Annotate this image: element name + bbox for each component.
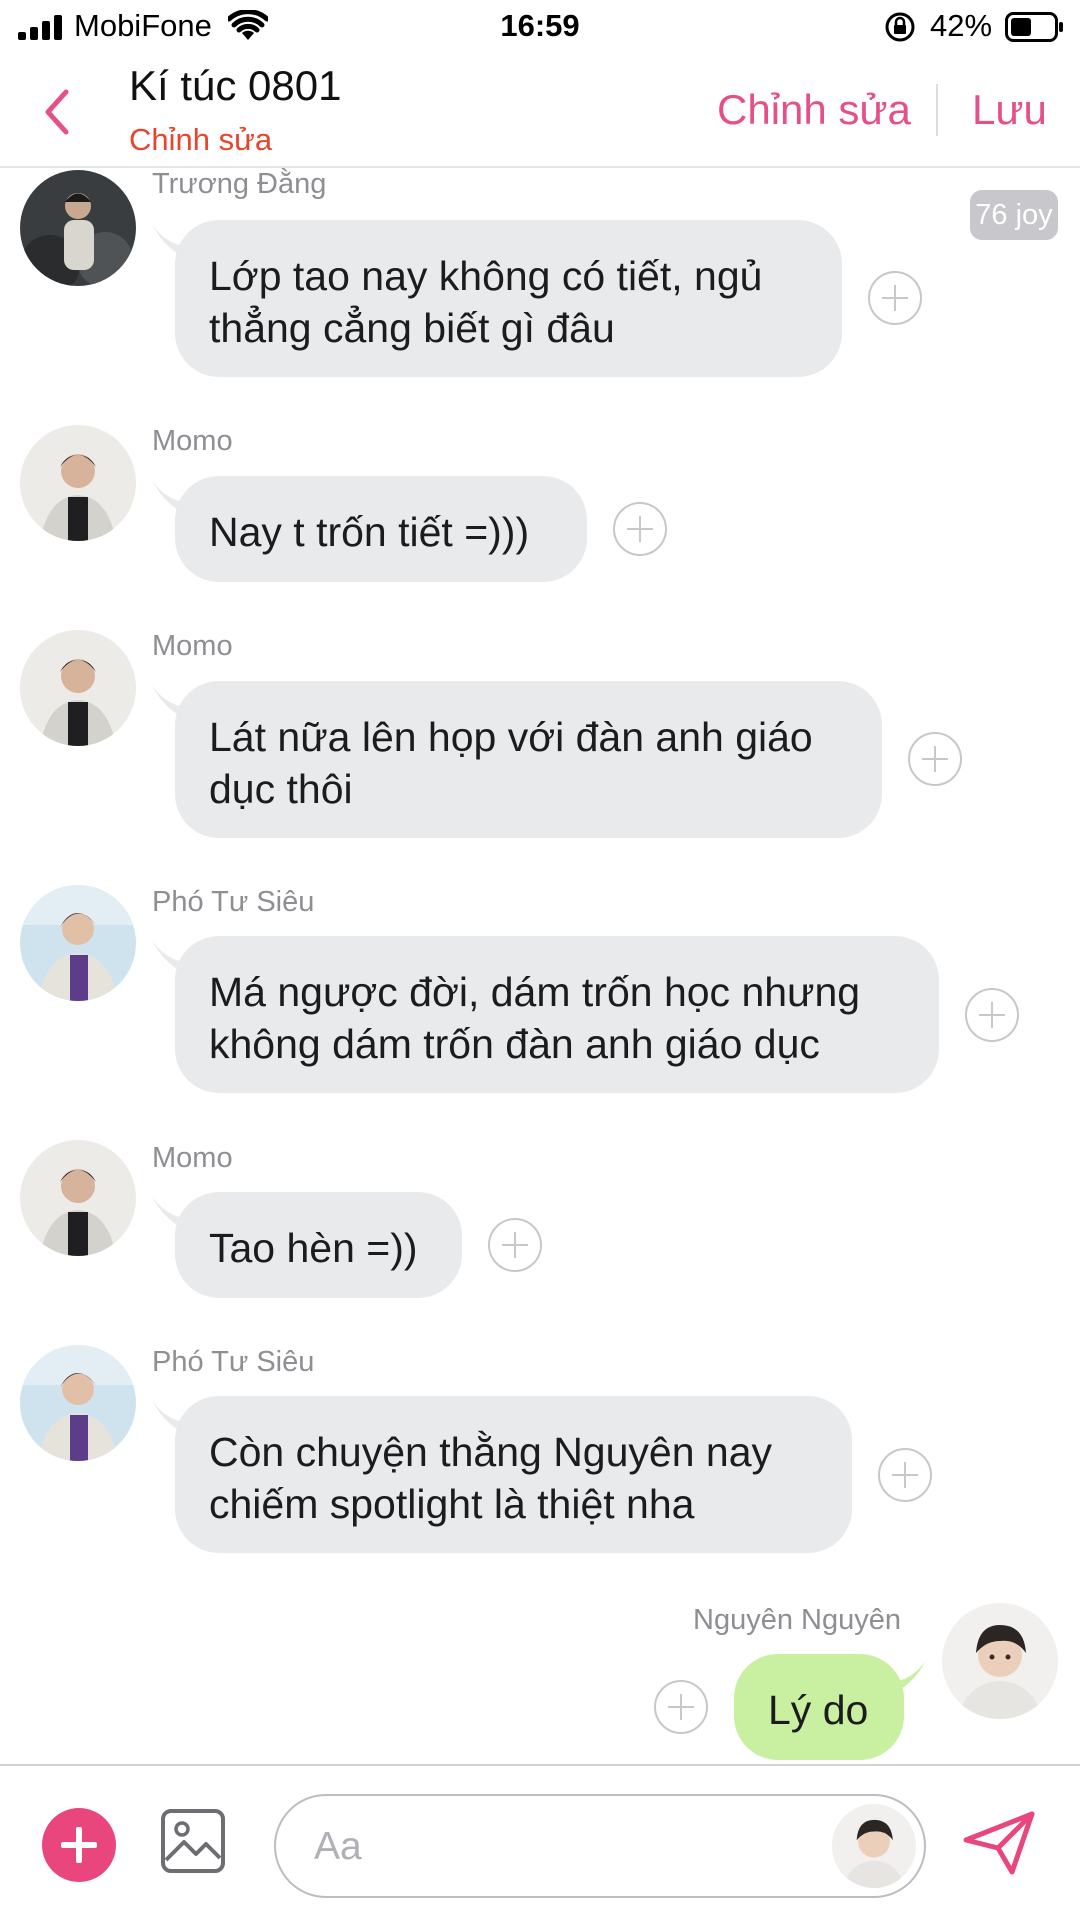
sender-name: Nguyên Nguyên — [693, 1604, 901, 1636]
image-icon[interactable] — [160, 1808, 226, 1874]
chevron-left-icon[interactable] — [36, 82, 80, 142]
composer-bar — [0, 1764, 1080, 1922]
add-reaction-icon[interactable] — [868, 271, 922, 325]
add-reaction-icon[interactable] — [908, 732, 962, 786]
sender-name: Trương Đằng — [152, 168, 327, 200]
chat-subtitle[interactable]: Chỉnh sửa — [129, 122, 272, 158]
sender-name: Momo — [152, 1142, 233, 1174]
message-line: dục thôi — [209, 766, 353, 812]
message-line: Lát nữa lên họp với đàn anh giáo — [209, 714, 813, 760]
avatar[interactable] — [20, 425, 136, 541]
add-reaction-icon[interactable] — [654, 1680, 708, 1734]
add-reaction-icon[interactable] — [613, 502, 667, 556]
message-line: thẳng cẳng biết gì đâu — [209, 305, 615, 351]
chat-title: Kí túc 0801 — [129, 62, 342, 109]
message-line: Còn chuyện thằng Nguyên nay — [209, 1429, 773, 1475]
sender-name: Momo — [152, 425, 233, 457]
joy-badge: 76 joy — [970, 190, 1058, 240]
message-line: Lớp tao nay không có tiết, ngủ — [209, 253, 763, 299]
message-bubble[interactable]: Còn chuyện thằng Nguyên nay chiếm spotli… — [175, 1396, 852, 1553]
message-bubble[interactable]: Tao hèn =)) — [175, 1192, 462, 1298]
message-line: Nay t trốn tiết =))) — [209, 509, 530, 555]
message-bubble[interactable]: Nay t trốn tiết =))) — [175, 476, 587, 582]
message-bubble[interactable]: Lớp tao nay không có tiết, ngủ thẳng cẳn… — [175, 220, 842, 377]
add-reaction-icon[interactable] — [488, 1218, 542, 1272]
add-reaction-icon[interactable] — [878, 1448, 932, 1502]
message-input[interactable] — [312, 1818, 776, 1876]
sender-name: Phó Tư Siêu — [152, 886, 315, 918]
message-line: Lý do — [768, 1687, 869, 1733]
avatar[interactable] — [20, 1345, 136, 1461]
plus-icon[interactable] — [42, 1808, 116, 1882]
message-line: Tao hèn =)) — [209, 1225, 418, 1271]
header-divider — [936, 84, 938, 136]
message-bubble[interactable]: Lý do — [734, 1654, 904, 1760]
avatar[interactable] — [20, 630, 136, 746]
message-bubble[interactable]: Má ngược đời, dám trốn học nhưng không d… — [175, 936, 939, 1093]
chat-header: Kí túc 0801 Chỉnh sửa Chỉnh sửa Lưu — [0, 56, 1080, 168]
avatar[interactable] — [832, 1804, 916, 1888]
avatar[interactable] — [20, 1140, 136, 1256]
rotation-lock-icon — [885, 12, 915, 42]
avatar[interactable] — [20, 885, 136, 1001]
clock: 16:59 — [500, 8, 580, 43]
sender-name: Momo — [152, 630, 233, 662]
sender-name: Phó Tư Siêu — [152, 1346, 315, 1378]
avatar[interactable] — [942, 1603, 1058, 1719]
add-reaction-icon[interactable] — [965, 988, 1019, 1042]
message-bubble[interactable]: Lát nữa lên họp với đàn anh giáo dục thô… — [175, 681, 882, 838]
send-icon[interactable] — [962, 1810, 1036, 1876]
message-line: Má ngược đời, dám trốn học nhưng — [209, 969, 861, 1015]
avatar[interactable] — [20, 170, 136, 286]
battery-icon — [1005, 12, 1063, 42]
message-line: không dám trốn đàn anh giáo dục — [209, 1021, 820, 1067]
status-bar: MobiFone 16:59 42% — [0, 0, 1080, 56]
message-line: chiếm spotlight là thiệt nha — [209, 1481, 695, 1527]
edit-button[interactable]: Chỉnh sửa — [717, 86, 911, 134]
message-input-box — [274, 1794, 926, 1898]
battery-percent: 42% — [930, 8, 993, 43]
save-button[interactable]: Lưu — [972, 86, 1047, 134]
